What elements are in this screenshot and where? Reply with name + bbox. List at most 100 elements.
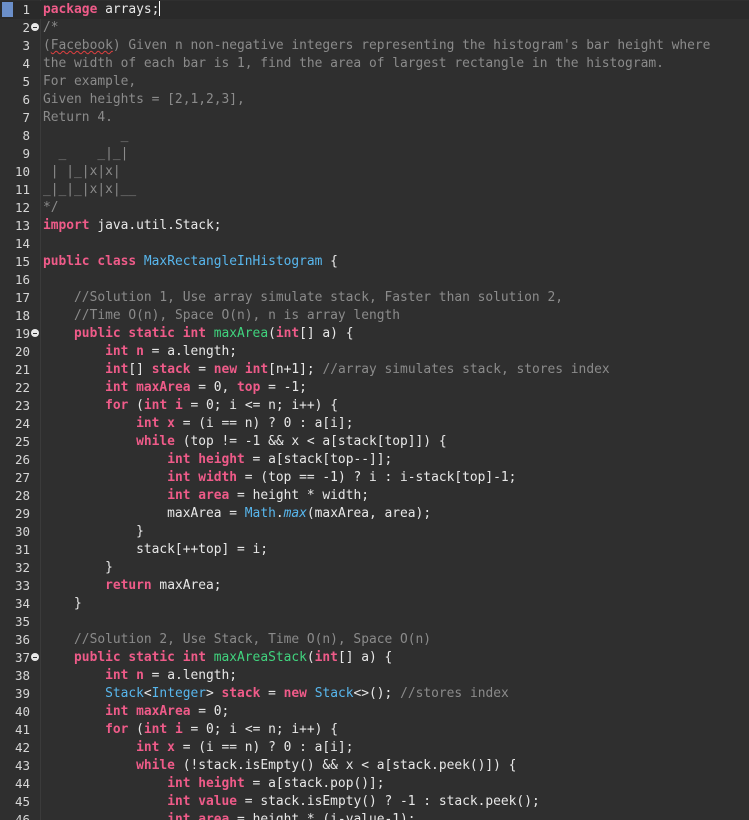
code-text[interactable]: //Time O(n), Space O(n), n is array leng… bbox=[43, 307, 400, 325]
code-line[interactable]: 27 int width = (top == -1) ? i : i-stack… bbox=[0, 469, 749, 487]
fold-toggle-icon[interactable] bbox=[31, 653, 39, 661]
code-text[interactable]: (Facebook) Given n non-negative integers… bbox=[43, 37, 710, 55]
code-line[interactable]: 38 int n = a.length; bbox=[0, 667, 749, 685]
code-line[interactable]: 36 //Solution 2, Use Stack, Time O(n), S… bbox=[0, 631, 749, 649]
code-line[interactable]: 39 Stack<Integer> stack = new Stack<>();… bbox=[0, 685, 749, 703]
code-text[interactable]: int maxArea = 0, top = -1; bbox=[43, 379, 307, 397]
code-line[interactable]: 9 _ _|_| bbox=[0, 145, 749, 163]
code-line[interactable]: 2 /* bbox=[0, 19, 749, 37]
code-line[interactable]: 11 _|_|_|x|x|__ bbox=[0, 181, 749, 199]
code-line[interactable]: 28 int area = height * width; bbox=[0, 487, 749, 505]
code-line[interactable]: 18 //Time O(n), Space O(n), n is array l… bbox=[0, 307, 749, 325]
code-line[interactable]: 44 int height = a[stack.pop()]; bbox=[0, 775, 749, 793]
code-line[interactable]: 8 _ bbox=[0, 127, 749, 145]
code-text[interactable]: int height = a[stack.pop()]; bbox=[43, 775, 384, 793]
code-line[interactable]: 5 For example, bbox=[0, 73, 749, 91]
code-line[interactable]: 41 for (int i = 0; i <= n; i++) { bbox=[0, 721, 749, 739]
code-line[interactable]: 25 while (top != -1 && x < a[stack[top]]… bbox=[0, 433, 749, 451]
code-line[interactable]: 42 int x = (i == n) ? 0 : a[i]; bbox=[0, 739, 749, 757]
code-line[interactable]: 7 Return 4. bbox=[0, 109, 749, 127]
code-text[interactable]: For example, bbox=[43, 73, 136, 91]
code-line[interactable]: 40 int maxArea = 0; bbox=[0, 703, 749, 721]
code-text[interactable]: } bbox=[43, 595, 82, 613]
code-line[interactable]: 10 | |_|x|x| bbox=[0, 163, 749, 181]
code-text[interactable]: while (top != -1 && x < a[stack[top]]) { bbox=[43, 433, 446, 451]
code-line[interactable]: 43 while (!stack.isEmpty() && x < a[stac… bbox=[0, 757, 749, 775]
code-line[interactable]: 31 stack[++top] = i; bbox=[0, 541, 749, 559]
code-text[interactable]: Return 4. bbox=[43, 109, 113, 127]
code-line[interactable]: 16 bbox=[0, 271, 749, 289]
code-line[interactable]: 17 //Solution 1, Use array simulate stac… bbox=[0, 289, 749, 307]
code-text[interactable]: while (!stack.isEmpty() && x < a[stack.p… bbox=[43, 757, 516, 775]
code-text[interactable]: int height = a[stack[top--]]; bbox=[43, 451, 392, 469]
code-text[interactable]: public class MaxRectangleInHistogram { bbox=[43, 253, 338, 271]
code-text[interactable]: int area = height * width; bbox=[43, 487, 369, 505]
code-line[interactable]: 20 int n = a.length; bbox=[0, 343, 749, 361]
code-line[interactable]: 21 int[] stack = new int[n+1]; //array s… bbox=[0, 361, 749, 379]
code-text[interactable]: stack[++top] = i; bbox=[43, 541, 268, 559]
code-text[interactable]: int n = a.length; bbox=[43, 667, 237, 685]
code-line[interactable]: 23 for (int i = 0; i <= n; i++) { bbox=[0, 397, 749, 415]
code-line[interactable]: 33 return maxArea; bbox=[0, 577, 749, 595]
code-line[interactable]: 34 } bbox=[0, 595, 749, 613]
code-text[interactable]: public static int maxArea(int[] a) { bbox=[43, 325, 353, 343]
code-text[interactable]: int x = (i == n) ? 0 : a[i]; bbox=[43, 415, 353, 433]
code-text[interactable]: package arrays; bbox=[43, 1, 161, 19]
code-line[interactable]: 1 package arrays; bbox=[0, 1, 749, 19]
code-token: int n bbox=[105, 344, 144, 359]
code-text[interactable]: for (int i = 0; i <= n; i++) { bbox=[43, 721, 338, 739]
code-line[interactable]: 15 public class MaxRectangleInHistogram { bbox=[0, 253, 749, 271]
code-text[interactable]: int maxArea = 0; bbox=[43, 703, 229, 721]
code-text[interactable]: int value = stack.isEmpty() ? -1 : stack… bbox=[43, 793, 540, 811]
code-line[interactable]: 29 maxArea = Math.max(maxArea, area); bbox=[0, 505, 749, 523]
line-number: 33 bbox=[14, 578, 30, 593]
code-text[interactable]: return maxArea; bbox=[43, 577, 221, 595]
code-text[interactable]: for (int i = 0; i <= n; i++) { bbox=[43, 397, 338, 415]
code-line[interactable]: 13 import java.util.Stack; bbox=[0, 217, 749, 235]
code-text[interactable]: } bbox=[43, 523, 144, 541]
code-line[interactable]: 22 int maxArea = 0, top = -1; bbox=[0, 379, 749, 397]
code-line[interactable]: 14 bbox=[0, 235, 749, 253]
code-line[interactable]: 30 } bbox=[0, 523, 749, 541]
code-text[interactable]: //Solution 1, Use array simulate stack, … bbox=[43, 289, 563, 307]
code-text[interactable]: */ bbox=[43, 199, 59, 217]
code-line[interactable]: 6 Given heights = [2,1,2,3], bbox=[0, 91, 749, 109]
code-text[interactable]: the width of each bar is 1, find the are… bbox=[43, 55, 664, 73]
code-token: Given heights = [2,1,2,3], bbox=[43, 92, 245, 107]
code-text[interactable]: _ _|_| bbox=[43, 145, 129, 163]
code-text[interactable]: int n = a.length; bbox=[43, 343, 237, 361]
code-text[interactable]: maxArea = Math.max(maxArea, area); bbox=[43, 505, 431, 523]
code-line[interactable]: 37 public static int maxAreaStack(int[] … bbox=[0, 649, 749, 667]
code-line[interactable]: 45 int value = stack.isEmpty() ? -1 : st… bbox=[0, 793, 749, 811]
code-text[interactable]: int x = (i == n) ? 0 : a[i]; bbox=[43, 739, 353, 757]
code-text[interactable]: } bbox=[43, 559, 113, 577]
code-text[interactable]: int width = (top == -1) ? i : i-stack[to… bbox=[43, 469, 516, 487]
code-text[interactable]: Given heights = [2,1,2,3], bbox=[43, 91, 245, 109]
fold-toggle-icon[interactable] bbox=[31, 23, 39, 31]
code-line[interactable]: 3 (Facebook) Given n non-negative integer… bbox=[0, 37, 749, 55]
code-line[interactable]: 46 int area = height * (i-value-1); bbox=[0, 811, 749, 820]
code-text[interactable]: Stack<Integer> stack = new Stack<>(); //… bbox=[43, 685, 509, 703]
code-text[interactable]: _|_|_|x|x|__ bbox=[43, 181, 136, 199]
code-line[interactable]: 24 int x = (i == n) ? 0 : a[i]; bbox=[0, 415, 749, 433]
code-line[interactable]: 35 bbox=[0, 613, 749, 631]
code-text[interactable]: | |_|x|x| bbox=[43, 163, 121, 181]
code-line[interactable]: 4 the width of each bar is 1, find the ar… bbox=[0, 55, 749, 73]
code-text[interactable]: _ bbox=[43, 127, 129, 145]
code-text[interactable]: int area = height * (i-value-1); bbox=[43, 811, 415, 820]
code-line[interactable]: 32 } bbox=[0, 559, 749, 577]
code-text[interactable]: /* bbox=[43, 19, 59, 37]
code-line[interactable]: 26 int height = a[stack[top--]]; bbox=[0, 451, 749, 469]
fold-toggle-icon[interactable] bbox=[31, 329, 39, 337]
code-token: */ bbox=[43, 200, 59, 215]
line-number: 6 bbox=[22, 92, 30, 107]
code-text[interactable]: public static int maxAreaStack(int[] a) … bbox=[43, 649, 392, 667]
code-text[interactable]: //Solution 2, Use Stack, Time O(n), Spac… bbox=[43, 631, 431, 649]
code-text[interactable]: int[] stack = new int[n+1]; //array simu… bbox=[43, 361, 610, 379]
code-line[interactable]: 19 public static int maxArea(int[] a) { bbox=[0, 325, 749, 343]
code-editor[interactable]: 1 package arrays; 2/* 3 (Facebook) Given n n… bbox=[0, 0, 749, 820]
code-text[interactable]: import java.util.Stack; bbox=[43, 217, 222, 235]
code-line[interactable]: 12 */ bbox=[0, 199, 749, 217]
